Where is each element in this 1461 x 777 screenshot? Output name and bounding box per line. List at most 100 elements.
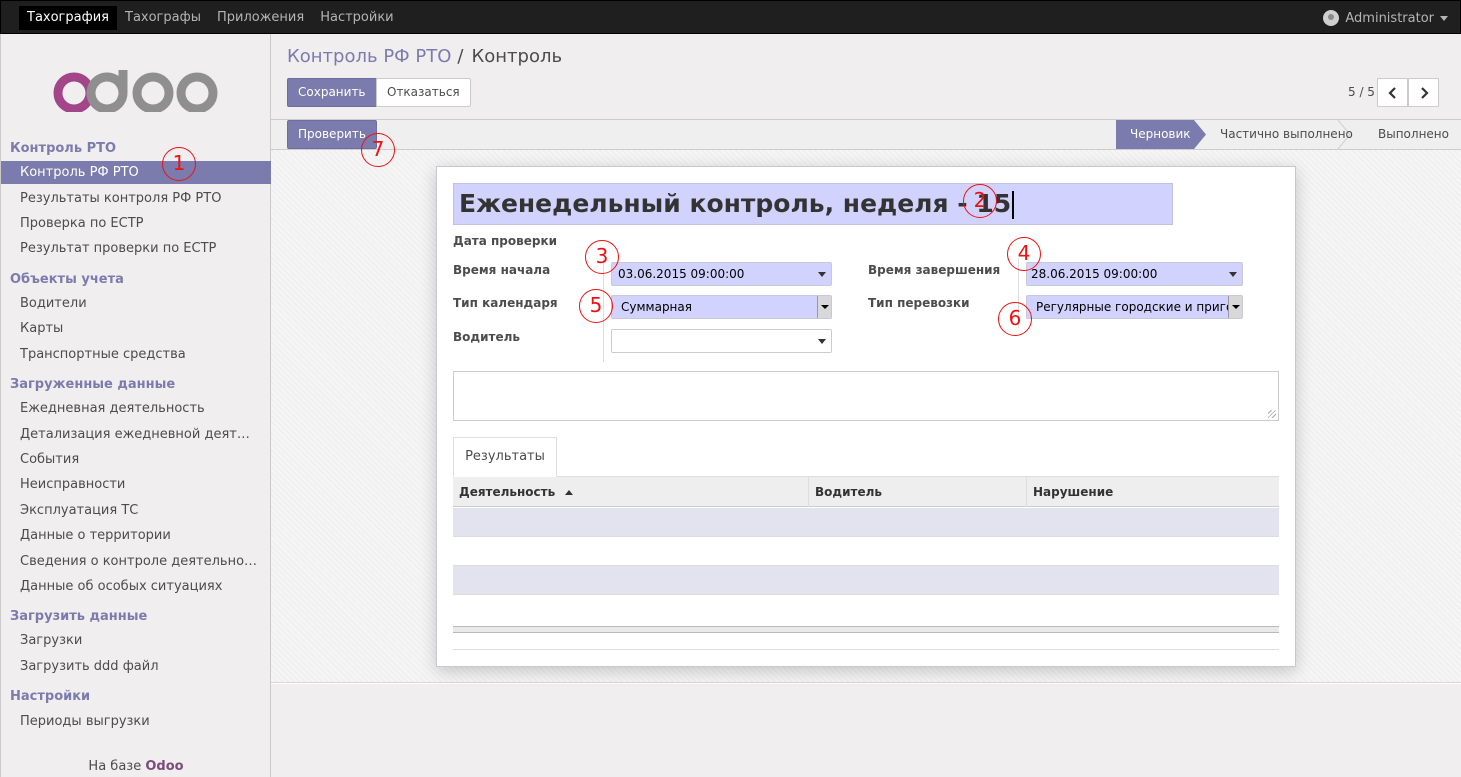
end-time-value: 28.06.2015 09:00:00 (1031, 267, 1158, 281)
driver-field[interactable] (611, 329, 832, 353)
calendar-type-label: Тип календаря (453, 296, 558, 310)
stage-done[interactable]: Выполнено (1378, 120, 1449, 149)
annotation-badge-2: 2 (963, 184, 997, 218)
breadcrumb-separator: / (457, 46, 464, 67)
sidebar-item-rf-rto-control[interactable]: Контроль РФ РТО (1, 161, 271, 184)
sidebar-item-vehicles[interactable]: Транспортные средства (1, 343, 271, 366)
transport-type-label: Тип перевозки (868, 296, 970, 310)
sidebar-item-daily-activity[interactable]: Ежедневная деятельность (1, 397, 271, 420)
caret-down-icon (818, 272, 826, 277)
sidebar: Контроль РТО Контроль РФ РТО Результаты … (0, 34, 271, 777)
sidebar-item-special-situations[interactable]: Данные об особых ситуациях (1, 575, 271, 598)
powered-by-prefix: На базе (88, 759, 142, 774)
top-menu-settings[interactable]: Настройки (312, 6, 401, 30)
sidebar-item-cards[interactable]: Карты (1, 317, 271, 340)
breadcrumb-parent-link[interactable]: Контроль РФ РТО (287, 46, 451, 67)
sidebar-item-export-periods[interactable]: Периоды выгрузки (1, 710, 271, 733)
select-arrow-icon (817, 296, 831, 318)
table-header: Деятельность Водитель Нарушение (453, 477, 1279, 507)
top-menu: Тахография Тахографы Приложения Настройк… (19, 6, 402, 30)
pager-previous-button[interactable] (1377, 78, 1408, 107)
sort-ascending-icon (565, 490, 574, 495)
sidebar-item-estr-result[interactable]: Результат проверки по ЕСТР (1, 237, 271, 260)
calendar-type-select[interactable]: Суммарная (611, 295, 832, 319)
breadcrumb: Контроль РФ РТО / Контроль (287, 46, 562, 67)
sidebar-item-vehicle-operation[interactable]: Эксплуатация ТС (1, 499, 271, 522)
tab-results[interactable]: Результаты (453, 437, 557, 477)
table-row (453, 508, 1279, 537)
top-menu-tachography[interactable]: Тахография (19, 6, 117, 30)
odoo-logo (53, 70, 218, 112)
check-date-section-label: Дата проверки (453, 234, 558, 248)
breadcrumb-current: Контроль (471, 46, 563, 67)
start-time-field[interactable]: 03.06.2015 09:00:00 (611, 262, 832, 286)
sidebar-item-upload-ddd[interactable]: Загрузить ddd файл (1, 655, 271, 678)
sidebar-item-uploads[interactable]: Загрузки (1, 629, 271, 652)
sidebar-item-drivers[interactable]: Водители (1, 292, 271, 315)
top-menu-tachographs[interactable]: Тахографы (117, 6, 209, 30)
table-row (453, 595, 1279, 624)
select-arrow-icon (1228, 296, 1242, 318)
stage-partially-done[interactable]: Частично выполнено (1220, 120, 1353, 149)
sidebar-section-rto-control: Контроль РТО (10, 141, 117, 156)
stage-draft[interactable]: Черновик (1130, 120, 1191, 149)
end-time-field[interactable]: 28.06.2015 09:00:00 (1026, 262, 1243, 286)
calendar-type-value: Суммарная (621, 300, 692, 314)
title-input[interactable]: Еженедельный контроль, неделя - 15 (453, 183, 1173, 225)
sidebar-item-daily-detail[interactable]: Детализация ежедневной деят… (1, 423, 271, 446)
statusbar: Проверить Черновик Частично выполнено Вы… (271, 119, 1461, 150)
caret-down-icon (1229, 272, 1237, 277)
annotation-badge-7: 7 (361, 133, 395, 167)
annotation-badge-4: 4 (1007, 237, 1041, 271)
notes-textarea[interactable] (453, 371, 1279, 421)
start-time-label: Время начала (453, 263, 551, 277)
start-time-value: 03.06.2015 09:00:00 (618, 267, 745, 281)
transport-type-select[interactable]: Регулярные городские и приго (1026, 295, 1243, 319)
table-end-line (453, 649, 1279, 650)
sidebar-section-objects: Объекты учета (10, 272, 124, 287)
user-name: Administrator (1345, 10, 1434, 26)
sidebar-section-settings: Настройки (10, 689, 91, 704)
resize-handle-icon[interactable] (1268, 410, 1276, 418)
top-menu-apps[interactable]: Приложения (209, 6, 312, 30)
sidebar-item-estr-check[interactable]: Проверка по ЕСТР (1, 212, 271, 235)
column-driver[interactable]: Водитель (808, 477, 1026, 507)
caret-down-icon (818, 339, 826, 344)
title-text: Еженедельный контроль, неделя - 15 (459, 189, 1012, 218)
avatar (1323, 10, 1340, 26)
annotation-badge-3: 3 (585, 240, 619, 274)
annotation-badge-1: 1 (162, 147, 196, 181)
transport-type-value: Регулярные городские и приго (1036, 300, 1234, 314)
powered-by: На базе Odoo (1, 759, 271, 774)
sidebar-item-control-info[interactable]: Сведения о контроле деятельно… (1, 550, 271, 573)
pager-next-button[interactable] (1408, 78, 1439, 107)
pager-value: 5 / 5 (1348, 85, 1375, 99)
end-time-label: Время завершения (868, 263, 1001, 277)
sidebar-item-faults[interactable]: Неисправности (1, 473, 271, 496)
save-button[interactable]: Сохранить (287, 78, 377, 107)
column-activity[interactable]: Деятельность (453, 477, 808, 507)
chevron-right-icon (1420, 86, 1429, 99)
content-bottom-area (271, 684, 1461, 777)
top-navbar: Тахография Тахографы Приложения Настройк… (0, 0, 1461, 34)
text-cursor (1012, 191, 1015, 219)
discard-button[interactable]: Отказаться (376, 78, 471, 107)
sidebar-item-territory-data[interactable]: Данные о территории (1, 524, 271, 547)
control-panel: Контроль РФ РТО / Контроль Сохранить Отк… (271, 34, 1461, 119)
user-menu[interactable]: Administrator (1323, 10, 1448, 26)
chevron-left-icon (1387, 86, 1396, 99)
powered-by-link[interactable]: Odoo (145, 759, 183, 774)
sidebar-item-rf-rto-results[interactable]: Результаты контроля РФ РТО (1, 187, 271, 210)
table-footer (453, 626, 1279, 633)
caret-down-icon (1440, 15, 1448, 21)
table-row (453, 537, 1279, 566)
annotation-badge-6: 6 (998, 302, 1032, 336)
sidebar-item-events[interactable]: События (1, 448, 271, 471)
sidebar-section-loaded-data: Загруженные данные (10, 377, 176, 392)
annotation-badge-5: 5 (579, 289, 613, 323)
column-activity-label: Деятельность (459, 485, 556, 499)
sidebar-section-upload: Загрузить данные (10, 609, 148, 624)
column-violation[interactable]: Нарушение (1026, 477, 1279, 507)
table-row (453, 566, 1279, 595)
driver-label: Водитель (453, 330, 520, 344)
